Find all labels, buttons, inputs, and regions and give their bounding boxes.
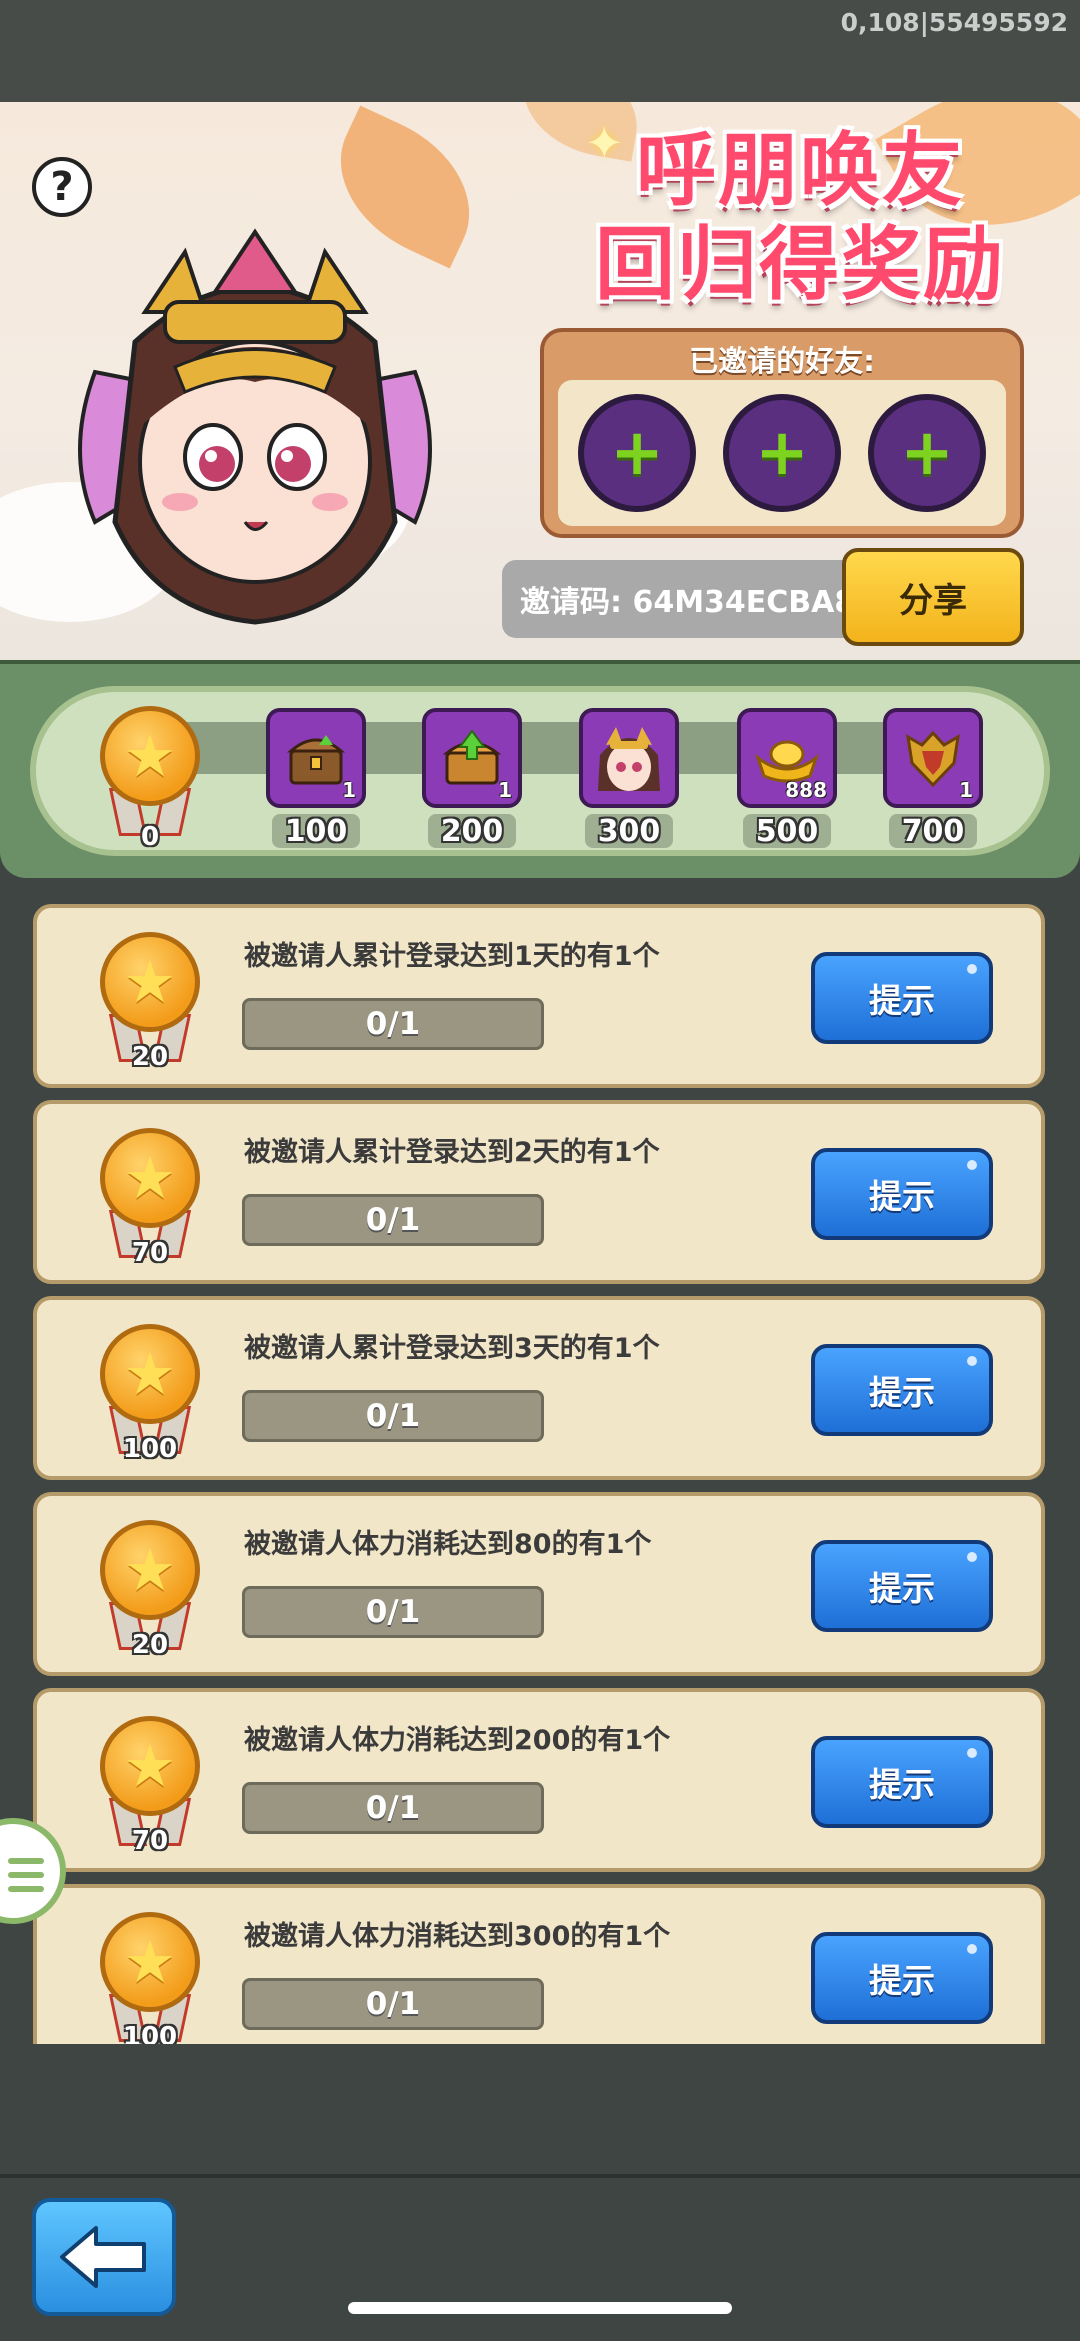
milestone-300: 300 bbox=[597, 814, 661, 849]
task-row: ★ 20 被邀请人累计登录达到1天的有1个 0/1 提示 bbox=[33, 904, 1045, 1088]
star-medal-icon: ★ bbox=[100, 706, 200, 806]
reward-count: 1 bbox=[342, 778, 356, 802]
hint-button[interactable]: 提示 bbox=[811, 1344, 993, 1436]
milestone-100: 100 bbox=[284, 814, 348, 849]
milestone-500: 500 bbox=[755, 814, 819, 849]
task-points-medal: ★ 20 bbox=[100, 932, 200, 1072]
task-row: ★ 70 被邀请人累计登录达到2天的有1个 0/1 提示 bbox=[33, 1100, 1045, 1284]
home-indicator[interactable] bbox=[348, 2302, 732, 2314]
task-progress-bar: 0/1 bbox=[242, 1390, 544, 1442]
task-progress-bar: 0/1 bbox=[242, 1586, 544, 1638]
invited-friends-label: 已邀请的好友: bbox=[689, 344, 875, 378]
star-medal-icon: ★ bbox=[100, 1128, 200, 1228]
points-medal: ★ 0 bbox=[100, 706, 200, 852]
task-points: 70 bbox=[131, 1826, 169, 1856]
task-progress-text: 0/1 bbox=[365, 1006, 421, 1042]
back-button[interactable] bbox=[32, 2198, 176, 2316]
player-id-text: 0,108|55495592 bbox=[840, 8, 1068, 37]
task-progress-text: 0/1 bbox=[365, 1202, 421, 1238]
reward-item-3[interactable] bbox=[579, 708, 679, 808]
hero-portrait-icon bbox=[598, 727, 660, 791]
task-description: 被邀请人累计登录达到3天的有1个 bbox=[244, 1333, 660, 1364]
share-button[interactable]: 分享 bbox=[842, 548, 1024, 646]
task-progress-text: 0/1 bbox=[365, 1790, 421, 1826]
invited-friends-panel: 已邀请的好友: + + + bbox=[540, 328, 1024, 538]
star-medal-icon: ★ bbox=[100, 932, 200, 1032]
reward-count: 1 bbox=[959, 778, 973, 802]
task-description: 被邀请人累计登录达到1天的有1个 bbox=[244, 941, 660, 972]
reward-count: 1 bbox=[498, 778, 512, 802]
task-row: ★ 70 被邀请人体力消耗达到200的有1个 0/1 提示 bbox=[33, 1688, 1045, 1872]
menu-icon bbox=[8, 1858, 44, 1864]
task-description: 被邀请人体力消耗达到80的有1个 bbox=[244, 1529, 652, 1560]
event-title-line1: 呼朋唤友 bbox=[636, 124, 964, 217]
star-medal-icon: ★ bbox=[100, 1912, 200, 2012]
reward-item-4[interactable]: 888 bbox=[737, 708, 837, 808]
reward-count: 888 bbox=[785, 778, 827, 802]
task-points: 20 bbox=[131, 1630, 169, 1660]
reward-item-5[interactable]: 1 bbox=[883, 708, 983, 808]
milestone-700: 700 bbox=[901, 814, 965, 849]
upgrade-chest-icon bbox=[442, 729, 502, 785]
task-points: 100 bbox=[122, 2022, 178, 2044]
task-progress-text: 0/1 bbox=[365, 1594, 421, 1630]
star-medal-icon: ★ bbox=[100, 1520, 200, 1620]
star-medal-icon: ★ bbox=[100, 1324, 200, 1424]
status-bar: 0,108|55495592 bbox=[0, 0, 1080, 102]
event-title-line2: 回归得奖励 bbox=[595, 218, 1005, 311]
invite-slot-3[interactable]: + bbox=[868, 394, 986, 512]
plus-icon: + bbox=[755, 416, 809, 490]
task-points-medal: ★ 100 bbox=[100, 1912, 200, 2044]
task-progress-bar: 0/1 bbox=[242, 998, 544, 1050]
task-progress-bar: 0/1 bbox=[242, 1978, 544, 2030]
invite-slot-1[interactable]: + bbox=[578, 394, 696, 512]
task-row: ★ 20 被邀请人体力消耗达到80的有1个 0/1 提示 bbox=[33, 1492, 1045, 1676]
hint-button[interactable]: 提示 bbox=[811, 952, 993, 1044]
task-points: 20 bbox=[131, 1042, 169, 1072]
star-medal-icon: ★ bbox=[100, 1716, 200, 1816]
task-progress-bar: 0/1 bbox=[242, 1782, 544, 1834]
task-points-medal: ★ 20 bbox=[100, 1520, 200, 1660]
plus-icon: + bbox=[610, 416, 664, 490]
hint-button[interactable]: 提示 bbox=[811, 1736, 993, 1828]
reward-item-1[interactable]: 1 bbox=[266, 708, 366, 808]
task-row: ★ 100 被邀请人累计登录达到3天的有1个 0/1 提示 bbox=[33, 1296, 1045, 1480]
invited-friends-slots: + + + bbox=[558, 380, 1006, 526]
event-title: 呼朋唤友 回归得奖励 bbox=[540, 124, 1060, 312]
task-points: 100 bbox=[122, 1434, 178, 1464]
current-points: 0 bbox=[140, 822, 160, 852]
hint-button[interactable]: 提示 bbox=[811, 1932, 993, 2024]
plus-icon: + bbox=[900, 416, 954, 490]
back-arrow-icon bbox=[60, 2226, 146, 2288]
task-row: ★ 100 被邀请人体力消耗达到300的有1个 0/1 提示 bbox=[33, 1884, 1045, 2044]
task-progress-bar: 0/1 bbox=[242, 1194, 544, 1246]
event-banner: ? ✦ 呼朋唤友 回归得奖励 已邀请的好友: + + + 邀请码: 64M34E… bbox=[0, 102, 1080, 660]
invite-code-field: 邀请码: 64M34ECBA8 bbox=[502, 560, 862, 638]
hint-button[interactable]: 提示 bbox=[811, 1540, 993, 1632]
task-progress-text: 0/1 bbox=[365, 1398, 421, 1434]
invite-slot-2[interactable]: + bbox=[723, 394, 841, 512]
task-description: 被邀请人体力消耗达到200的有1个 bbox=[244, 1725, 671, 1756]
hero-character-illustration bbox=[78, 228, 432, 625]
hint-button[interactable]: 提示 bbox=[811, 1148, 993, 1240]
milestone-200: 200 bbox=[440, 814, 504, 849]
task-points-medal: ★ 70 bbox=[100, 1716, 200, 1856]
reward-item-2[interactable]: 1 bbox=[422, 708, 522, 808]
task-points: 70 bbox=[131, 1238, 169, 1268]
task-description: 被邀请人累计登录达到2天的有1个 bbox=[244, 1137, 660, 1168]
armor-icon bbox=[906, 730, 960, 788]
treasure-chest-icon bbox=[287, 735, 345, 785]
task-points-medal: ★ 70 bbox=[100, 1128, 200, 1268]
task-points-medal: ★ 100 bbox=[100, 1324, 200, 1464]
task-progress-text: 0/1 bbox=[365, 1986, 421, 2022]
task-description: 被邀请人体力消耗达到300的有1个 bbox=[244, 1921, 671, 1952]
